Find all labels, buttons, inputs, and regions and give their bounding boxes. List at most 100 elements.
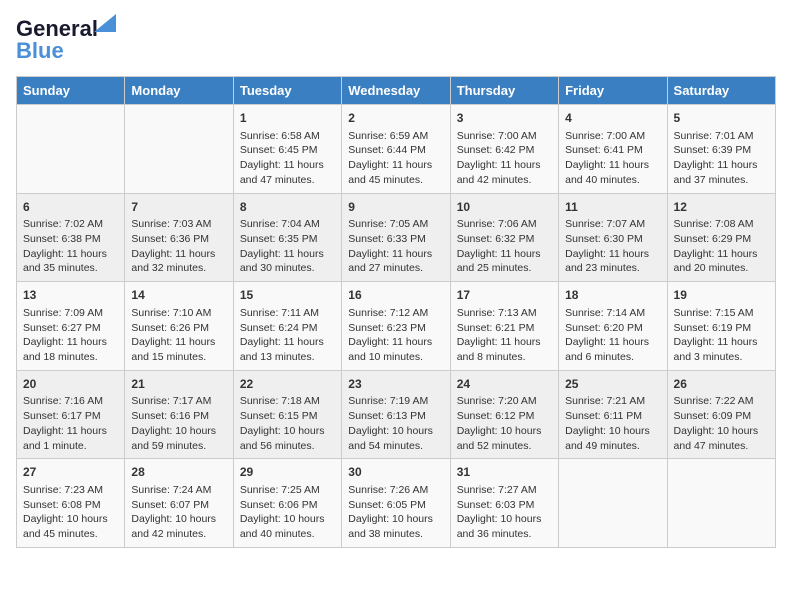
- day-number: 7: [131, 199, 226, 216]
- day-info: Sunrise: 7:07 AM Sunset: 6:30 PM Dayligh…: [565, 217, 660, 276]
- col-header-wednesday: Wednesday: [342, 77, 450, 105]
- calendar-cell: 10Sunrise: 7:06 AM Sunset: 6:32 PM Dayli…: [450, 193, 558, 282]
- day-info: Sunrise: 7:25 AM Sunset: 6:06 PM Dayligh…: [240, 483, 335, 542]
- day-info: Sunrise: 7:08 AM Sunset: 6:29 PM Dayligh…: [674, 217, 769, 276]
- day-info: Sunrise: 7:27 AM Sunset: 6:03 PM Dayligh…: [457, 483, 552, 542]
- col-header-thursday: Thursday: [450, 77, 558, 105]
- calendar-cell: [559, 459, 667, 548]
- day-number: 17: [457, 287, 552, 304]
- calendar-week-row: 6Sunrise: 7:02 AM Sunset: 6:38 PM Daylig…: [17, 193, 776, 282]
- day-number: 25: [565, 376, 660, 393]
- day-info: Sunrise: 7:09 AM Sunset: 6:27 PM Dayligh…: [23, 306, 118, 365]
- logo: General Blue: [16, 16, 98, 64]
- calendar-cell: 15Sunrise: 7:11 AM Sunset: 6:24 PM Dayli…: [233, 282, 341, 371]
- day-number: 31: [457, 464, 552, 481]
- col-header-monday: Monday: [125, 77, 233, 105]
- day-info: Sunrise: 7:11 AM Sunset: 6:24 PM Dayligh…: [240, 306, 335, 365]
- calendar-week-row: 20Sunrise: 7:16 AM Sunset: 6:17 PM Dayli…: [17, 370, 776, 459]
- calendar-cell: 20Sunrise: 7:16 AM Sunset: 6:17 PM Dayli…: [17, 370, 125, 459]
- calendar-cell: 18 Sunrise: 7:14 AM Sunset: 6:20 PM Dayli…: [559, 282, 667, 371]
- col-header-sunday: Sunday: [17, 77, 125, 105]
- day-number: 26: [674, 376, 769, 393]
- col-header-tuesday: Tuesday: [233, 77, 341, 105]
- day-number: 28: [131, 464, 226, 481]
- day-info: Sunrise: 7:26 AM Sunset: 6:05 PM Dayligh…: [348, 483, 443, 542]
- day-number: 5: [674, 110, 769, 127]
- calendar-cell: 19 Sunrise: 7:15 AM Sunset: 6:19 PM Dayli…: [667, 282, 775, 371]
- calendar-cell: 27 Sunrise: 7:23 AM Sunset: 6:08 PM Dayli…: [17, 459, 125, 548]
- day-number: 10: [457, 199, 552, 216]
- day-info: Sunrise: 7:00 AM Sunset: 6:42 PM Dayligh…: [457, 129, 552, 188]
- day-info: Sunrise: 7:15 AM Sunset: 6:19 PM Dayligh…: [674, 306, 769, 365]
- day-number: 1: [240, 110, 335, 127]
- calendar-cell: 14 Sunrise: 7:10 AM Sunset: 6:26 PM Dayli…: [125, 282, 233, 371]
- calendar-cell: 24Sunrise: 7:20 AM Sunset: 6:12 PM Dayli…: [450, 370, 558, 459]
- day-info: Sunrise: 7:04 AM Sunset: 6:35 PM Dayligh…: [240, 217, 335, 276]
- calendar-week-row: 13Sunrise: 7:09 AM Sunset: 6:27 PM Dayli…: [17, 282, 776, 371]
- calendar-cell: [17, 105, 125, 194]
- logo-general: General: [16, 16, 98, 41]
- day-info: Sunrise: 7:14 AM Sunset: 6:20 PM Dayligh…: [565, 306, 660, 365]
- calendar-cell: 6Sunrise: 7:02 AM Sunset: 6:38 PM Daylig…: [17, 193, 125, 282]
- day-number: 27: [23, 464, 118, 481]
- day-number: 22: [240, 376, 335, 393]
- page-header: General Blue: [16, 16, 776, 64]
- calendar-cell: 28 Sunrise: 7:24 AM Sunset: 6:07 PM Dayli…: [125, 459, 233, 548]
- day-info: Sunrise: 7:10 AM Sunset: 6:26 PM Dayligh…: [131, 306, 226, 365]
- calendar-cell: 5Sunrise: 7:01 AM Sunset: 6:39 PM Daylig…: [667, 105, 775, 194]
- day-number: 23: [348, 376, 443, 393]
- day-info: Sunrise: 7:03 AM Sunset: 6:36 PM Dayligh…: [131, 217, 226, 276]
- day-info: Sunrise: 7:19 AM Sunset: 6:13 PM Dayligh…: [348, 394, 443, 453]
- day-number: 4: [565, 110, 660, 127]
- calendar-cell: 25Sunrise: 7:21 AM Sunset: 6:11 PM Dayli…: [559, 370, 667, 459]
- calendar-cell: [667, 459, 775, 548]
- day-number: 21: [131, 376, 226, 393]
- day-number: 9: [348, 199, 443, 216]
- calendar-cell: 16 Sunrise: 7:12 AM Sunset: 6:23 PM Dayli…: [342, 282, 450, 371]
- day-info: Sunrise: 7:23 AM Sunset: 6:08 PM Dayligh…: [23, 483, 118, 542]
- day-number: 8: [240, 199, 335, 216]
- col-header-saturday: Saturday: [667, 77, 775, 105]
- calendar-cell: 29 Sunrise: 7:25 AM Sunset: 6:06 PM Dayli…: [233, 459, 341, 548]
- col-header-friday: Friday: [559, 77, 667, 105]
- day-info: Sunrise: 7:05 AM Sunset: 6:33 PM Dayligh…: [348, 217, 443, 276]
- day-info: Sunrise: 7:17 AM Sunset: 6:16 PM Dayligh…: [131, 394, 226, 453]
- calendar-cell: 13Sunrise: 7:09 AM Sunset: 6:27 PM Dayli…: [17, 282, 125, 371]
- calendar-cell: 2Sunrise: 6:59 AM Sunset: 6:44 PM Daylig…: [342, 105, 450, 194]
- day-info: Sunrise: 7:02 AM Sunset: 6:38 PM Dayligh…: [23, 217, 118, 276]
- day-number: 11: [565, 199, 660, 216]
- calendar-week-row: 27 Sunrise: 7:23 AM Sunset: 6:08 PM Dayli…: [17, 459, 776, 548]
- day-info: Sunrise: 7:21 AM Sunset: 6:11 PM Dayligh…: [565, 394, 660, 453]
- logo-triangle-icon: [94, 14, 116, 32]
- calendar-cell: 11Sunrise: 7:07 AM Sunset: 6:30 PM Dayli…: [559, 193, 667, 282]
- day-info: Sunrise: 6:58 AM Sunset: 6:45 PM Dayligh…: [240, 129, 335, 188]
- day-number: 12: [674, 199, 769, 216]
- day-info: Sunrise: 7:12 AM Sunset: 6:23 PM Dayligh…: [348, 306, 443, 365]
- day-number: 30: [348, 464, 443, 481]
- calendar-cell: 1 Sunrise: 6:58 AM Sunset: 6:45 PM Daylig…: [233, 105, 341, 194]
- day-info: Sunrise: 7:22 AM Sunset: 6:09 PM Dayligh…: [674, 394, 769, 453]
- day-number: 19: [674, 287, 769, 304]
- day-number: 18: [565, 287, 660, 304]
- day-number: 29: [240, 464, 335, 481]
- day-info: Sunrise: 7:24 AM Sunset: 6:07 PM Dayligh…: [131, 483, 226, 542]
- day-number: 24: [457, 376, 552, 393]
- calendar-cell: 4Sunrise: 7:00 AM Sunset: 6:41 PM Daylig…: [559, 105, 667, 194]
- calendar-week-row: 1 Sunrise: 6:58 AM Sunset: 6:45 PM Daylig…: [17, 105, 776, 194]
- day-info: Sunrise: 7:18 AM Sunset: 6:15 PM Dayligh…: [240, 394, 335, 453]
- calendar-cell: 22Sunrise: 7:18 AM Sunset: 6:15 PM Dayli…: [233, 370, 341, 459]
- day-info: Sunrise: 7:16 AM Sunset: 6:17 PM Dayligh…: [23, 394, 118, 453]
- calendar-cell: 9Sunrise: 7:05 AM Sunset: 6:33 PM Daylig…: [342, 193, 450, 282]
- calendar-cell: 21Sunrise: 7:17 AM Sunset: 6:16 PM Dayli…: [125, 370, 233, 459]
- day-info: Sunrise: 7:20 AM Sunset: 6:12 PM Dayligh…: [457, 394, 552, 453]
- day-number: 14: [131, 287, 226, 304]
- calendar-cell: 31 Sunrise: 7:27 AM Sunset: 6:03 PM Dayli…: [450, 459, 558, 548]
- day-number: 16: [348, 287, 443, 304]
- calendar-cell: 30 Sunrise: 7:26 AM Sunset: 6:05 PM Dayli…: [342, 459, 450, 548]
- calendar-cell: [125, 105, 233, 194]
- day-number: 3: [457, 110, 552, 127]
- day-number: 6: [23, 199, 118, 216]
- calendar-cell: 26Sunrise: 7:22 AM Sunset: 6:09 PM Dayli…: [667, 370, 775, 459]
- day-info: Sunrise: 6:59 AM Sunset: 6:44 PM Dayligh…: [348, 129, 443, 188]
- calendar-cell: 23Sunrise: 7:19 AM Sunset: 6:13 PM Dayli…: [342, 370, 450, 459]
